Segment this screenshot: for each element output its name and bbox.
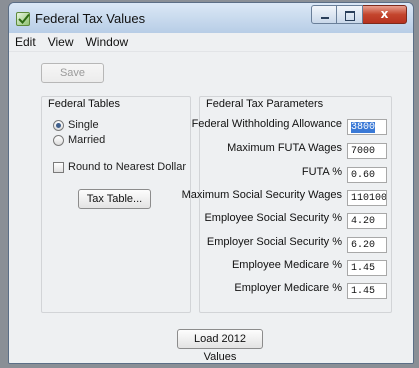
input-maximum-futa-wages[interactable]: 7000 [347,143,387,159]
title-bar[interactable]: Federal Tax Values x [9,3,413,33]
input-employee-medicare-percent[interactable]: 1.45 [347,260,387,276]
save-button[interactable]: Save [41,63,104,83]
radio-married-indicator[interactable] [53,134,64,146]
minimize-button[interactable] [311,5,337,24]
label-maximum-social-security-wages: Maximum Social Security Wages [181,189,342,201]
menu-view[interactable]: View [42,33,80,51]
app-checkmark-icon [16,12,30,26]
input-maximum-social-security-wages[interactable]: 110100 [347,190,387,206]
content-area: Save Federal Tables Single Married Round… [9,52,413,363]
round-checkbox[interactable] [53,161,64,173]
federal-tax-parameters-panel: Federal Tax Parameters Federal Withholdi… [182,96,392,313]
menu-edit[interactable]: Edit [9,33,42,51]
radio-married-label: Married [68,134,106,146]
label-employer-medicare-percent: Employer Medicare % [234,282,342,294]
radio-single[interactable]: Single [53,119,99,131]
window-title: Federal Tax Values [35,11,146,26]
label-futa-percent: FUTA % [301,166,342,178]
round-to-nearest-dollar[interactable]: Round to Nearest Dollar [53,161,186,173]
close-button[interactable]: x [363,5,407,24]
maximize-button[interactable] [337,5,363,24]
label-employee-medicare-percent: Employee Medicare % [231,259,342,271]
label-employer-social-security-percent: Employer Social Security % [206,236,342,248]
caption-buttons: x [311,5,407,24]
close-icon: x [380,7,389,21]
label-federal-withholding-allowance: Federal Withholding Allowance [191,118,342,130]
menu-bar: Edit View Window [9,33,413,52]
federal-tables-title: Federal Tables [48,98,120,110]
federal-tables-panel: Federal Tables Single Married Round to N… [41,96,191,313]
input-employer-social-security-percent[interactable]: 6.20 [347,237,387,253]
label-employee-social-security-percent: Employee Social Security % [204,212,342,224]
radio-single-indicator[interactable] [53,119,64,131]
radio-married[interactable]: Married [53,134,105,146]
input-federal-withholding-allowance[interactable]: 3800 [347,119,387,135]
radio-single-label: Single [68,119,99,131]
input-futa-percent[interactable]: 0.60 [347,167,387,183]
input-employee-social-security-percent[interactable]: 4.20 [347,213,387,229]
load-2012-values-button[interactable]: Load 2012 Values [177,329,263,363]
tax-table-button[interactable]: Tax Table... [78,189,151,209]
input-employer-medicare-percent[interactable]: 1.45 [347,283,387,299]
federal-tax-values-window: Federal Tax Values x Edit View Window Sa… [8,2,414,364]
label-maximum-futa-wages: Maximum FUTA Wages [227,142,342,154]
round-label: Round to Nearest Dollar [68,161,187,173]
menu-window[interactable]: Window [79,33,134,51]
tax-parameters-title: Federal Tax Parameters [206,98,324,110]
